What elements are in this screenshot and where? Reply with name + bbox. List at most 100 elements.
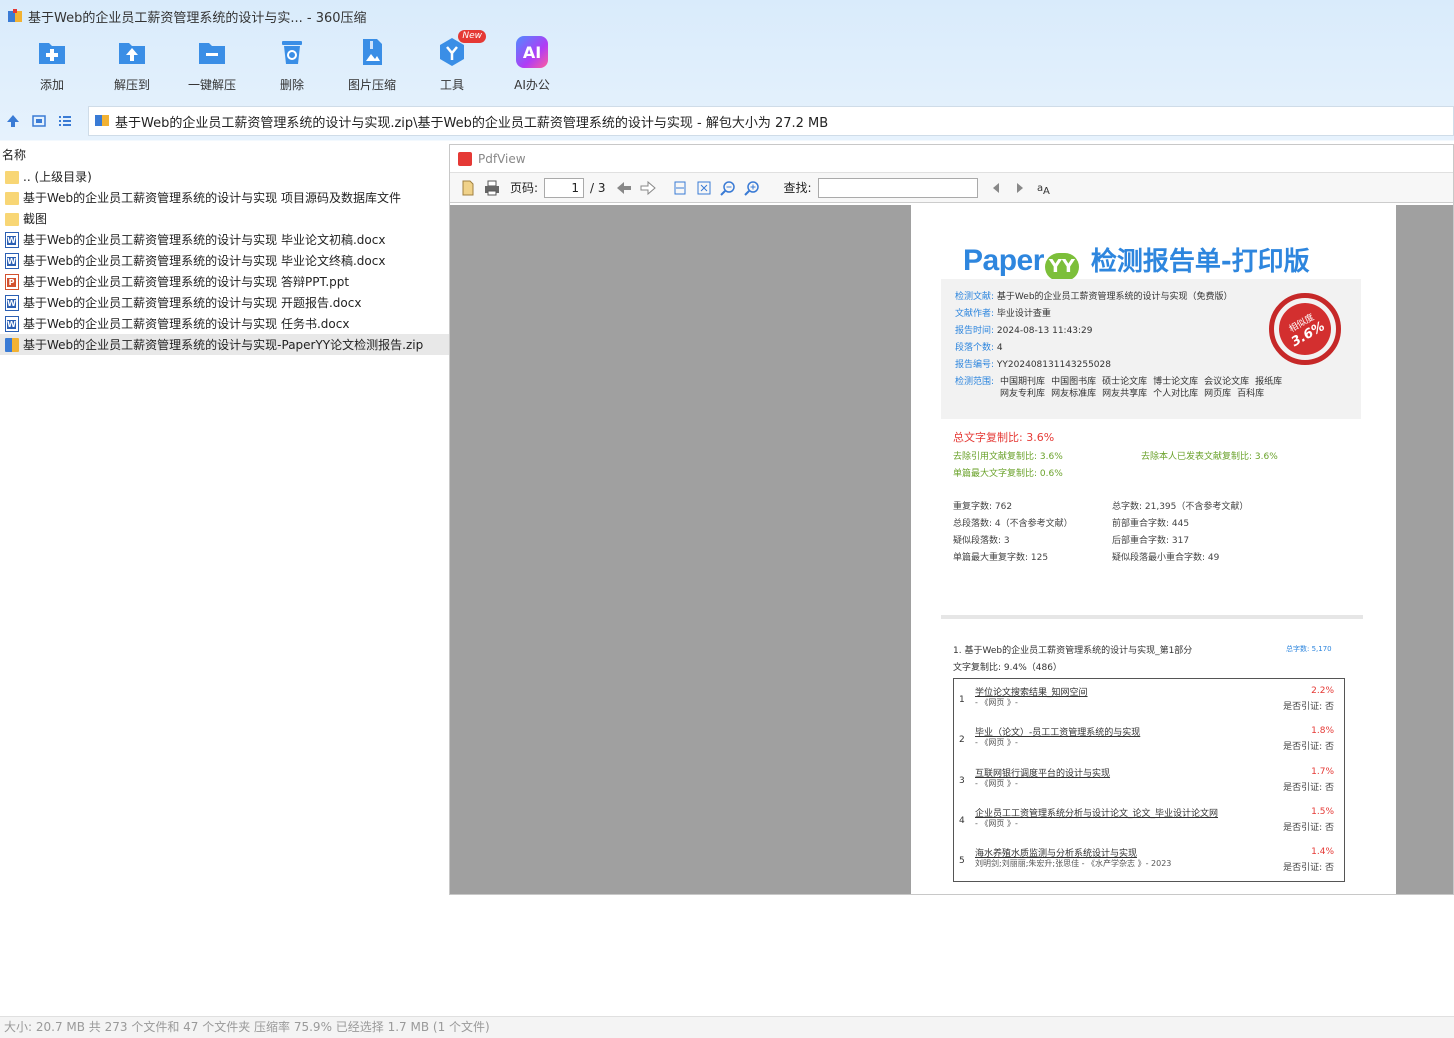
open-file-button[interactable]	[456, 177, 480, 199]
extract-to-icon	[116, 36, 148, 68]
image-compress-label: 图片压缩	[347, 78, 396, 92]
print-icon	[485, 180, 499, 195]
previous-page-button[interactable]	[612, 177, 636, 199]
list-view-icon	[59, 116, 71, 126]
pdf-page: Paper YY 检测报告单-打印版 检测文献: 基于Web的企业员工薪资管理系…	[911, 205, 1396, 894]
file-row-task-docx[interactable]: 基于Web的企业员工薪资管理系统的设计与实现 任务书.docx	[0, 313, 449, 334]
source-number: 2	[959, 735, 965, 745]
fit-page-button[interactable]	[692, 177, 716, 199]
tools-icon: New	[436, 30, 486, 68]
source-cited: 是否引证: 否	[1283, 863, 1334, 873]
find-previous-button[interactable]	[984, 177, 1008, 199]
file-row-screenshots-folder[interactable]: 截图	[0, 208, 449, 229]
arrow-right-icon	[640, 180, 656, 195]
thumbnail-view-icon	[32, 115, 46, 127]
extract-to-button[interactable]: 解压到	[92, 36, 172, 98]
file-row-final-docx[interactable]: 基于Web的企业员工薪资管理系统的设计与实现 毕业论文终稿.docx	[0, 250, 449, 271]
file-row-source-folder[interactable]: 基于Web的企业员工薪资管理系统的设计与实现 项目源码及数据库文件	[0, 187, 449, 208]
file-name: 基于Web的企业员工薪资管理系统的设计与实现 毕业论文终稿.docx	[23, 254, 386, 268]
find-input[interactable]	[817, 177, 978, 198]
tools-button[interactable]: New 工具	[412, 30, 492, 98]
column-header-name[interactable]: 名称	[0, 144, 449, 166]
source-percent: 1.4%	[1311, 847, 1334, 857]
zoom-out-button[interactable]	[716, 177, 740, 199]
window-title: 基于Web的企业员工薪资管理系统的设计与实... - 360压缩	[28, 10, 367, 26]
source-meta: 刘明剑;刘丽丽;朱宏升;张思佳 - 《水产学杂志 》- 2023	[975, 859, 1172, 868]
list-view-button[interactable]	[52, 107, 78, 135]
source-percent: 1.7%	[1311, 767, 1334, 777]
address-row: 基于Web的企业员工薪资管理系统的设计与实现.zip\基于Web的企业员工薪资管…	[0, 106, 1454, 136]
source-meta: - 《网页 》-	[975, 738, 1018, 747]
next-page-button[interactable]	[636, 177, 660, 199]
archive-window: 基于Web的企业员工薪资管理系统的设计与实... - 360压缩 添加 解压到 …	[0, 0, 1454, 1038]
file-row-draft-docx[interactable]: 基于Web的企业员工薪资管理系统的设计与实现 毕业论文初稿.docx	[0, 229, 449, 250]
source-cited: 是否引证: 否	[1283, 823, 1334, 833]
extract-to-label: 解压到	[113, 78, 150, 92]
delete-button[interactable]: 删除	[252, 36, 332, 98]
match-case-button[interactable]: aA	[1032, 177, 1056, 199]
total-copy-ratio: 总文字复制比: 3.6%	[953, 431, 1055, 444]
source-number: 1	[959, 695, 965, 705]
word-doc-icon	[5, 315, 19, 332]
source-meta: - 《网页 》-	[975, 779, 1018, 788]
seal-inner: 相似度 3.6%	[1269, 293, 1341, 365]
folder-icon	[5, 170, 19, 184]
fit-width-icon	[674, 181, 686, 194]
ai-office-button[interactable]: AI AI办公	[492, 36, 572, 98]
file-name: 基于Web的企业员工薪资管理系统的设计与实现 任务书.docx	[23, 317, 350, 331]
tools-label: 工具	[439, 78, 464, 92]
address-bar[interactable]: 基于Web的企业员工薪资管理系统的设计与实现.zip\基于Web的企业员工薪资管…	[88, 106, 1454, 136]
single-max-ratio: 单篇最大文字复制比: 0.6%	[953, 469, 1063, 479]
word-doc-icon	[5, 231, 19, 248]
range-key: 检测范围:	[955, 377, 995, 387]
page-label: 页码:	[510, 181, 539, 195]
source-meta: - 《网页 》-	[975, 819, 1018, 828]
file-row-report-zip[interactable]: 基于Web的企业员工薪资管理系统的设计与实现-PaperYY论文检测报告.zip	[0, 334, 449, 355]
detection-range: 检测范围: 中国期刊库 中国图书库 硕士论文库 博士论文库 会议论文库 报纸库 网友专利库…	[955, 374, 1347, 400]
source-row: 1 学位论文搜索结果_知网空间 - 《网页 》- 2.2% 是否引证: 否	[954, 681, 1344, 721]
stat-paragraphs: 总段落数: 4（不含参考文献）	[953, 519, 1073, 529]
stat-repeat-chars: 重复字数: 762	[953, 502, 1013, 512]
open-file-icon	[462, 180, 474, 195]
thumbnail-view-button[interactable]	[26, 107, 52, 135]
range-list: 中国期刊库 中国图书库 硕士论文库 博士论文库 会议论文库 报纸库 网友专利库 网友标准库网…	[1000, 377, 1283, 399]
source-cited: 是否引证: 否	[1283, 702, 1334, 712]
ai-office-icon: AI	[516, 36, 548, 68]
pdf-viewer-title-bar: PdfView	[450, 145, 1453, 173]
file-name: .. (上级目录)	[23, 170, 92, 184]
stat-back-overlap: 后部重合字数: 317	[1112, 536, 1190, 546]
delete-label: 删除	[279, 78, 304, 92]
file-row-defense-ppt[interactable]: 基于Web的企业员工薪资管理系统的设计与实现 答辩PPT.ppt	[0, 271, 449, 292]
file-name: 截图	[23, 212, 48, 226]
file-list: 名称 .. (上级目录) 基于Web的企业员工薪资管理系统的设计与实现 项目源码…	[0, 144, 449, 1016]
svg-text:A: A	[1043, 186, 1050, 196]
title-bar: 基于Web的企业员工薪资管理系统的设计与实... - 360压缩	[0, 0, 1454, 32]
folder-icon	[5, 191, 19, 205]
image-compress-icon	[356, 36, 388, 68]
fit-width-button[interactable]	[668, 177, 692, 199]
pdf-toolbar: 页码: 1 / 3 查找: a A	[450, 173, 1453, 203]
zoom-out-icon	[719, 180, 735, 196]
zoom-in-button[interactable]	[740, 177, 764, 199]
one-click-extract-label: 一键解压	[187, 78, 236, 92]
source-row: 5 海水养殖水质监测与分析系统设计与实现 刘明剑;刘丽丽;朱宏升;张思佳 - 《…	[954, 842, 1344, 882]
arrow-left-icon	[616, 181, 631, 194]
print-button[interactable]	[480, 177, 504, 199]
file-row-proposal-docx[interactable]: 基于Web的企业员工薪资管理系统的设计与实现 开题报告.docx	[0, 292, 449, 313]
source-cited: 是否引证: 否	[1283, 742, 1334, 752]
main-toolbar: 添加 解压到 一键解压 删除 图片压缩 New 工具 AI AI办公	[12, 30, 572, 98]
section-copy-ratio: 文字复制比: 9.4%（486）	[953, 663, 1062, 673]
source-meta: - 《网页 》-	[975, 698, 1018, 707]
pdf-canvas[interactable]: Paper YY 检测报告单-打印版 检测文献: 基于Web的企业员工薪资管理系…	[450, 205, 1453, 894]
file-row-parent-dir[interactable]: .. (上级目录)	[0, 166, 449, 187]
source-row: 3 互联网银行调度平台的设计与实现 - 《网页 》- 1.7% 是否引证: 否	[954, 762, 1344, 802]
image-compress-button[interactable]: 图片压缩	[332, 36, 412, 98]
source-row: 2 毕业（论文）-员工工资管理系统的与实现 - 《网页 》- 1.8% 是否引证…	[954, 721, 1344, 761]
delete-icon	[276, 36, 308, 68]
page-number-input[interactable]: 1	[544, 177, 585, 198]
find-next-button[interactable]	[1008, 177, 1032, 199]
up-level-button[interactable]	[0, 107, 26, 135]
one-click-extract-button[interactable]: 一键解压	[172, 36, 252, 98]
pdf-viewer: PdfView 页码: 1 / 3 查找: a A Paper YY 检测报告单…	[449, 144, 1454, 895]
add-button[interactable]: 添加	[12, 36, 92, 98]
